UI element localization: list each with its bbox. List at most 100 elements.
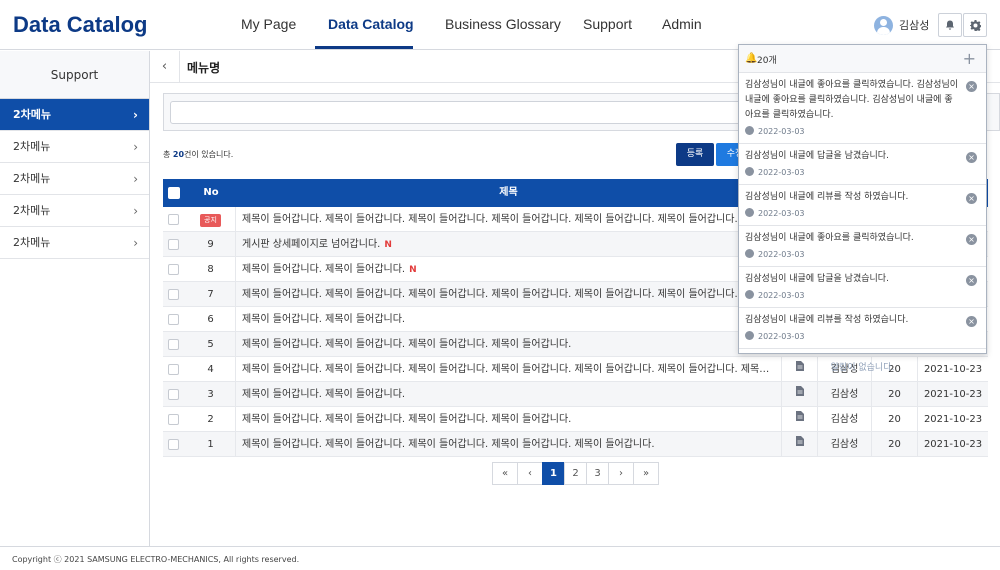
nav-admin[interactable]: Admin: [662, 16, 702, 32]
gear-icon: [969, 19, 981, 31]
notification-message: 김삼성님이 내글에 리뷰를 작성 하였습니다.: [745, 192, 909, 202]
row-title-link[interactable]: 제목이 들어갑니다. 제목이 들어갑니다. 제목이 들어갑니다. 제목이 들어갑…: [242, 407, 571, 432]
clock-icon: [745, 290, 754, 299]
row-checkbox[interactable]: [168, 339, 179, 350]
close-icon[interactable]: ×: [966, 193, 977, 204]
notification-button[interactable]: [938, 13, 962, 37]
settings-button[interactable]: [963, 13, 987, 37]
sidebar-item-5[interactable]: 2차메뉴 ›: [0, 227, 149, 259]
close-icon[interactable]: ×: [966, 81, 977, 92]
register-button[interactable]: 등록: [676, 143, 714, 166]
next-page-button[interactable]: ›: [608, 462, 634, 485]
row-checkbox[interactable]: [168, 239, 179, 250]
row-checkbox[interactable]: [168, 414, 179, 425]
first-page-button[interactable]: «: [492, 462, 518, 485]
nav-support[interactable]: Support: [583, 16, 632, 32]
row-title-link[interactable]: 제목이 들어갑니다. 제목이 들어갑니다. 제목이 들어갑니다. 제목이 들어갑…: [242, 357, 777, 382]
sidebar-item-label: 2차메뉴: [13, 172, 51, 185]
plus-icon[interactable]: +: [963, 49, 976, 68]
row-title-link[interactable]: 제목이 들어갑니다. 제목이 들어갑니다. 제목이 들어갑니다. 제목이 들어갑…: [242, 332, 571, 357]
row-no: 5: [186, 332, 236, 357]
notice-badge: 공지: [200, 214, 221, 227]
row-title-link[interactable]: 제목이 들어갑니다. 제목이 들어갑니다.: [242, 382, 405, 407]
close-icon[interactable]: ×: [966, 152, 977, 163]
row-title-link[interactable]: 제목이 들어갑니다. 제목이 들어갑니다.: [242, 307, 405, 332]
attachment-cell[interactable]: [781, 432, 817, 457]
row-no: 9: [186, 232, 236, 257]
pagination: « ‹ 1 2 3 › »: [492, 462, 659, 485]
row-title: 제목이 들어갑니다. 제목이 들어갑니다. 제목이 들어갑니다. 제목이 들어갑…: [242, 289, 738, 300]
row-title-link[interactable]: 제목이 들어갑니다. 제목이 들어갑니다. 제목이 들어갑니다. 제목이 들어갑…: [242, 432, 655, 457]
row-checkbox[interactable]: [168, 439, 179, 450]
close-icon[interactable]: ×: [966, 275, 977, 286]
nav-my-page[interactable]: My Page: [241, 16, 296, 32]
notification-item[interactable]: 김삼성님이 내글에 답글을 남겼습니다. 2022-03-03 ×: [739, 267, 986, 308]
page-1-button[interactable]: 1: [542, 462, 565, 485]
user-name: 김삼성: [899, 19, 930, 32]
row-checkbox[interactable]: [168, 364, 179, 375]
notification-date: 2022-03-03: [758, 209, 805, 218]
clock-icon: [745, 249, 754, 258]
attachment-cell[interactable]: [781, 407, 817, 432]
row-checkbox[interactable]: [168, 389, 179, 400]
notification-item[interactable]: 김삼성님이 내글에 좋아요를 클릭하였습니다. 김삼성님이 내글에 좋아요를 클…: [739, 73, 986, 144]
page-2-button[interactable]: 2: [564, 462, 587, 485]
row-date: 2021-10-23: [917, 432, 988, 457]
notification-item[interactable]: 김삼성님이 내글에 좋아요를 클릭하였습니다. 2022-03-03 ×: [739, 226, 986, 267]
nav-active-indicator: [315, 46, 413, 49]
notification-item[interactable]: 김삼성님이 내글에 리뷰를 작성 하였습니다. 2022-03-03 ×: [739, 185, 986, 226]
sidebar-item-2[interactable]: 2차메뉴 ›: [0, 131, 149, 163]
nav-business-glossary[interactable]: Business Glossary: [445, 16, 561, 32]
row-checkbox[interactable]: [168, 314, 179, 325]
table-row[interactable]: 1 제목이 들어갑니다. 제목이 들어갑니다. 제목이 들어갑니다. 제목이 들어…: [163, 432, 988, 457]
new-badge: N: [409, 265, 417, 275]
notification-time: 2022-03-03: [745, 207, 960, 221]
notification-message: 김삼성님이 내글에 답글을 남겼습니다.: [745, 274, 889, 284]
file-icon: [795, 436, 804, 446]
row-title: 제목이 들어갑니다. 제목이 들어갑니다.: [242, 314, 406, 325]
clock-icon: [745, 126, 754, 135]
result-count: 총 20건이 있습니다.: [163, 149, 233, 160]
page-3-button[interactable]: 3: [586, 462, 609, 485]
notification-date: 2022-03-03: [758, 127, 805, 136]
row-title-link[interactable]: 제목이 들어갑니다. 제목이 들어갑니다. 제목이 들어갑니다. 제목이 들어갑…: [242, 207, 738, 232]
new-badge: N: [384, 240, 392, 250]
back-button[interactable]: ‹: [150, 51, 180, 83]
close-icon[interactable]: ×: [966, 316, 977, 327]
search-input[interactable]: [170, 101, 770, 124]
row-no: 7: [186, 282, 236, 307]
sidebar-item-1[interactable]: 2차메뉴 ›: [0, 99, 149, 131]
row-no: 3: [186, 382, 236, 407]
sidebar: Support 2차메뉴 › 2차메뉴 › 2차메뉴 › 2차메뉴 › 2차메뉴 ›: [0, 51, 150, 546]
header-title: 제목: [499, 187, 518, 198]
sidebar-item-4[interactable]: 2차메뉴 ›: [0, 195, 149, 227]
row-title-link[interactable]: 제목이 들어갑니다. 제목이 들어갑니다. 제목이 들어갑니다. 제목이 들어갑…: [242, 282, 738, 307]
prev-page-button[interactable]: ‹: [517, 462, 543, 485]
table-row[interactable]: 2 제목이 들어갑니다. 제목이 들어갑니다. 제목이 들어갑니다. 제목이 들어…: [163, 407, 988, 432]
bell-icon: 🔔: [745, 53, 758, 64]
logo[interactable]: Data Catalog: [13, 12, 147, 38]
notification-popup: 🔔 20개 + 김삼성님이 내글에 좋아요를 클릭하였습니다. 김삼성님이 내글…: [738, 44, 987, 373]
row-title: 제목이 들어갑니다. 제목이 들어갑니다. 제목이 들어갑니다. 제목이 들어갑…: [242, 214, 738, 225]
row-views: 20: [871, 407, 917, 432]
select-all-checkbox[interactable]: [168, 187, 180, 199]
row-no: 2: [186, 407, 236, 432]
nav-data-catalog[interactable]: Data Catalog: [328, 16, 414, 32]
footer: Copyright ⓒ 2021 SAMSUNG ELECTRO-MECHANI…: [0, 546, 1000, 570]
row-checkbox[interactable]: [168, 289, 179, 300]
close-icon[interactable]: ×: [966, 234, 977, 245]
row-author: 김삼성: [817, 432, 871, 457]
row-title-link[interactable]: 게시판 상세페이지로 넘어갑니다. N: [242, 232, 392, 258]
row-checkbox[interactable]: [168, 214, 179, 225]
row-title: 제목이 들어갑니다. 제목이 들어갑니다. 제목이 들어갑니다. 제목이 들어갑…: [242, 414, 572, 425]
notification-item[interactable]: 김삼성님이 내글에 리뷰를 작성 하였습니다. 2022-03-03 ×: [739, 308, 986, 349]
row-title-link[interactable]: 제목이 들어갑니다. 제목이 들어갑니다. N: [242, 257, 417, 283]
sidebar-item-3[interactable]: 2차메뉴 ›: [0, 163, 149, 195]
notification-item[interactable]: 김삼성님이 내글에 답글을 남겼습니다. 2022-03-03 ×: [739, 144, 986, 185]
chevron-right-icon: ›: [133, 108, 138, 122]
user-menu[interactable]: 김삼성: [874, 15, 929, 35]
last-page-button[interactable]: »: [633, 462, 659, 485]
row-checkbox[interactable]: [168, 264, 179, 275]
notification-time: 2022-03-03: [745, 289, 960, 303]
clock-icon: [745, 167, 754, 176]
